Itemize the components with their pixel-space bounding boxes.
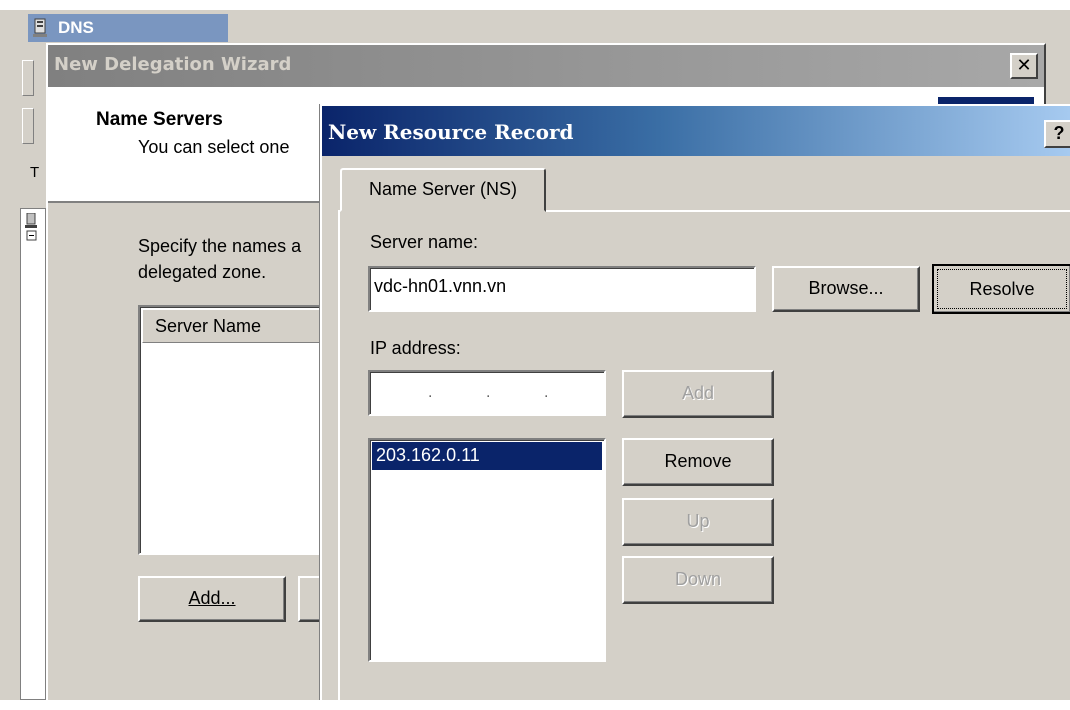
ip-separator: . (544, 384, 549, 401)
browse-button[interactable]: Browse... (772, 266, 920, 312)
tree-tab-letter: T (30, 164, 40, 181)
dns-console-title: DNS (28, 14, 228, 42)
dialog-titlebar[interactable]: New Resource Record ? (322, 106, 1070, 156)
dns-server-icon (32, 18, 50, 38)
toolbar-button[interactable] (22, 60, 34, 96)
screen-top-strip (0, 0, 1070, 10)
tab-name-server[interactable]: Name Server (NS) (340, 168, 546, 212)
page-subtitle: You can select one (138, 137, 290, 157)
add-button-label: Add... (188, 588, 236, 608)
wizard-instruction: Specify the names a delegated zone. (138, 233, 301, 285)
list-item[interactable]: 203.162.0.11 (372, 442, 602, 470)
wizard-title: New Delegation Wizard (54, 54, 292, 75)
ip-address-list[interactable]: 203.162.0.11 (368, 438, 606, 662)
ip-address-label: IP address: (370, 338, 461, 358)
dialog-title: New Resource Record (328, 120, 574, 144)
wizard-titlebar[interactable]: New Delegation Wizard ✕ (48, 45, 1044, 87)
instruction-line: Specify the names a (138, 236, 302, 256)
add-ip-button[interactable]: Add (622, 370, 774, 418)
column-header-server-name[interactable]: Server Name (142, 309, 338, 343)
page-title: Name Servers (96, 109, 223, 130)
resolve-button-label: Resolve (937, 269, 1067, 309)
remove-button[interactable]: Remove (622, 438, 774, 486)
resolve-button[interactable]: Resolve (932, 264, 1070, 314)
help-button[interactable]: ? (1044, 120, 1070, 148)
down-button[interactable]: Down (622, 556, 774, 604)
instruction-line: delegated zone. (138, 262, 267, 282)
up-button[interactable]: Up (622, 498, 774, 546)
close-icon: ✕ (1016, 55, 1032, 75)
ip-separator: . (486, 384, 491, 401)
server-name-input[interactable]: vdc-hn01.vnn.vn (368, 266, 756, 312)
add-server-button[interactable]: Add... (138, 576, 286, 622)
new-resource-record-dialog: New Resource Record ? Name Server (NS) S… (320, 104, 1070, 710)
close-button[interactable]: ✕ (1010, 53, 1038, 79)
server-list[interactable]: Server Name (138, 305, 338, 555)
ip-address-input[interactable]: . . . (368, 370, 606, 416)
server-node-icon (25, 212, 39, 241)
server-name-label: Server name: (370, 232, 479, 252)
dns-tree-pane[interactable] (20, 208, 46, 700)
help-icon: ? (1053, 123, 1065, 143)
toolbar-button[interactable] (22, 108, 34, 144)
ip-separator: . (428, 384, 433, 401)
